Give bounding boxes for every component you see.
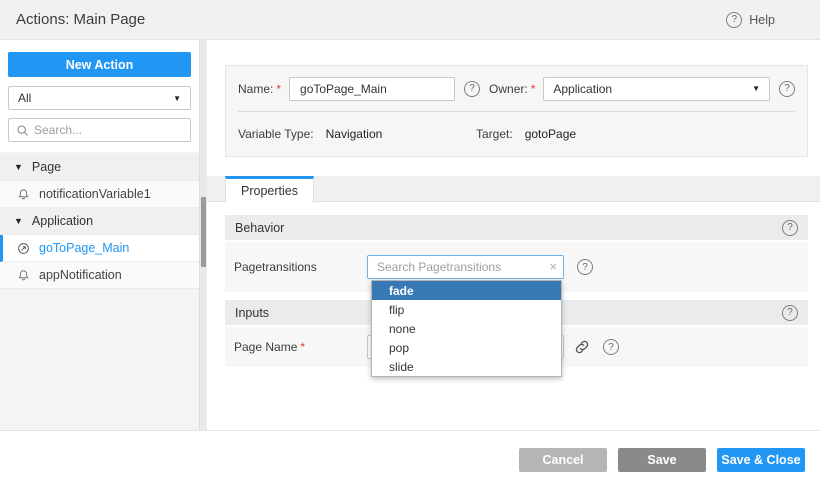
tree-item-notificationvariable1[interactable]: notificationVariable1 — [0, 181, 199, 208]
dropdown-option-pop[interactable]: pop — [372, 338, 561, 357]
dropdown-option-fade[interactable]: fade — [372, 281, 561, 300]
filter-select-value: All — [18, 91, 31, 105]
page-title: Actions: Main Page — [16, 11, 145, 28]
tree-item-label: goToPage_Main — [39, 241, 129, 255]
target-label: Target: — [476, 127, 513, 141]
tab-strip: Properties — [207, 176, 820, 202]
behavior-help-icon[interactable]: ? — [782, 220, 798, 236]
tree-group-application[interactable]: ▼ Application — [0, 208, 199, 235]
sidebar: New Action All ▼ ▼ Page notificati — [0, 40, 200, 430]
owner-select-value: Application — [553, 82, 612, 96]
name-input[interactable] — [289, 77, 455, 101]
dropdown-option-none[interactable]: none — [372, 319, 561, 338]
tree-group-label: Application — [32, 214, 93, 228]
pagetransitions-row: Pagetransitions × fade flip none pop sli… — [225, 242, 808, 292]
cancel-button[interactable]: Cancel — [519, 448, 607, 472]
notification-icon — [17, 269, 30, 282]
tree-item-label: notificationVariable1 — [39, 187, 151, 201]
chevron-down-icon: ▼ — [173, 94, 181, 103]
pagetransitions-help-icon[interactable]: ? — [577, 259, 593, 275]
owner-help-icon[interactable]: ? — [779, 81, 795, 97]
required-marker: * — [276, 82, 281, 96]
dropdown-option-flip[interactable]: flip — [372, 300, 561, 319]
collapse-icon[interactable]: ▼ — [14, 162, 23, 172]
sidebar-search[interactable] — [8, 118, 191, 142]
pagetransitions-dropdown: fade flip none pop slide — [371, 280, 562, 377]
pagetransitions-search-input[interactable] — [367, 255, 564, 279]
behavior-title: Behavior — [235, 221, 284, 235]
behavior-section: Behavior ? Pagetransitions × fade flip n… — [225, 215, 808, 292]
help-icon[interactable]: ? — [726, 12, 742, 28]
sidebar-search-input[interactable] — [34, 123, 183, 137]
notification-icon — [17, 188, 30, 201]
filter-select[interactable]: All ▼ — [8, 86, 191, 110]
name-owner-row: Name:* ? Owner:* Application ▼ ? — [226, 66, 807, 111]
help-label[interactable]: Help — [749, 13, 775, 27]
main-content: Name:* ? Owner:* Application ▼ ? Variabl… — [207, 40, 820, 430]
inputs-help-icon[interactable]: ? — [782, 305, 798, 321]
new-action-button[interactable]: New Action — [8, 52, 191, 77]
navigation-icon — [17, 242, 30, 255]
tree-group-label: Page — [32, 160, 61, 174]
owner-select[interactable]: Application ▼ — [543, 77, 770, 101]
actions-editor-window: Actions: Main Page ? Help New Action All… — [0, 0, 820, 488]
name-label: Name:* — [238, 82, 281, 96]
action-summary-panel: Name:* ? Owner:* Application ▼ ? Variabl… — [225, 65, 808, 157]
footer-bar: Cancel Save Save & Close — [0, 430, 820, 488]
variable-type-value: Navigation — [326, 127, 383, 141]
actions-tree: ▼ Page notificationVariable1 ▼ Applicati… — [0, 154, 199, 289]
type-target-row: Variable Type: Navigation Target: gotoPa… — [226, 112, 807, 155]
required-marker: * — [300, 340, 305, 354]
vertical-scrollbar[interactable] — [200, 40, 207, 430]
dropdown-option-slide[interactable]: slide — [372, 357, 561, 376]
scrollbar-thumb[interactable] — [201, 197, 206, 267]
clear-icon[interactable]: × — [549, 258, 557, 275]
sidebar-controls: New Action All ▼ — [0, 40, 199, 152]
page-name-help-icon[interactable]: ? — [603, 339, 619, 355]
page-name-label: Page Name* — [234, 340, 367, 354]
chevron-down-icon: ▼ — [752, 84, 760, 93]
name-help-icon[interactable]: ? — [464, 81, 480, 97]
tree-item-label: appNotification — [39, 268, 122, 282]
inputs-title: Inputs — [235, 306, 269, 320]
pagetransitions-combobox: × fade flip none pop slide — [367, 255, 564, 279]
collapse-icon[interactable]: ▼ — [14, 216, 23, 226]
behavior-section-header: Behavior ? — [225, 215, 808, 240]
owner-label: Owner:* — [489, 82, 535, 96]
save-button[interactable]: Save — [618, 448, 706, 472]
tree-item-appnotification[interactable]: appNotification — [0, 262, 199, 289]
required-marker: * — [531, 82, 536, 96]
pagetransitions-label: Pagetransitions — [234, 260, 367, 274]
tree-item-gotopage-main[interactable]: goToPage_Main — [0, 235, 199, 262]
header-bar: Actions: Main Page ? Help — [0, 0, 820, 40]
save-and-close-button[interactable]: Save & Close — [717, 448, 805, 472]
variable-type-label: Variable Type: — [238, 127, 314, 141]
tab-properties[interactable]: Properties — [225, 176, 314, 203]
tree-group-page[interactable]: ▼ Page — [0, 154, 199, 181]
target-value: gotoPage — [525, 127, 576, 141]
search-icon — [16, 124, 29, 137]
link-icon[interactable] — [574, 339, 590, 355]
help-link[interactable]: ? Help — [726, 12, 775, 28]
